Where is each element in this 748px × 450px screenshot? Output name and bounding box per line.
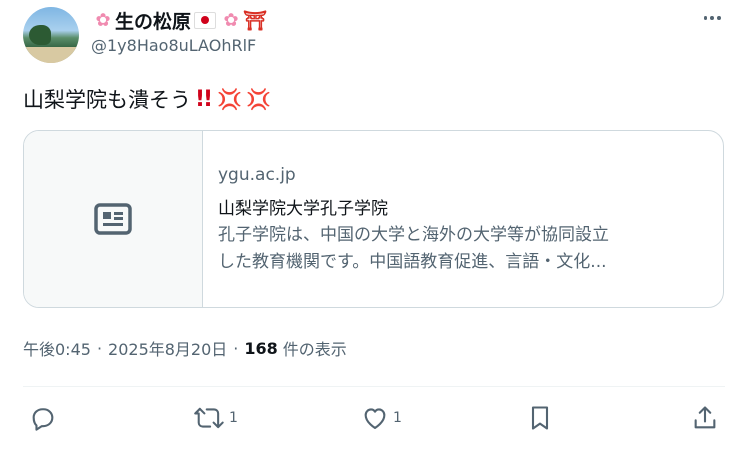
divider [23, 386, 725, 387]
tweet-meta: 午後0:45 · 2025年8月20日 · 168 件の表示 [23, 336, 347, 360]
tweet-text: 山梨学院も潰そう !! 💢 💢 [23, 84, 271, 114]
double-exclamation-icon: !! [195, 86, 213, 112]
article-icon [94, 203, 132, 235]
tweet-date[interactable]: 2025年8月20日 [108, 336, 227, 360]
reply-button[interactable] [29, 404, 61, 432]
japan-flag-icon [194, 11, 217, 29]
link-card[interactable]: ygu.ac.jp 山梨学院大学孔子学院 孔子学院は、中国の大学と海外の大学等が… [23, 130, 724, 308]
more-options-icon[interactable] [702, 8, 722, 28]
meta-separator: · [96, 338, 103, 358]
retweet-button[interactable]: 1 [193, 404, 238, 432]
views-count: 168 [244, 338, 278, 358]
reply-icon [32, 408, 54, 431]
card-thumbnail [24, 131, 203, 307]
bookmark-button[interactable] [526, 404, 554, 432]
cherry-blossom-icon: ✿ [223, 9, 239, 31]
like-button[interactable]: 1 [361, 404, 402, 432]
like-count: 1 [393, 410, 402, 426]
cherry-blossom-icon: ✿ [95, 9, 111, 31]
torii-gate-icon: ⛩ [242, 9, 268, 32]
author-name-row[interactable]: ✿ 生の松原 ✿ ⛩ [91, 6, 267, 34]
retweet-icon [194, 407, 224, 429]
tweet-time[interactable]: 午後0:45 [23, 336, 91, 360]
share-button[interactable] [691, 404, 719, 432]
meta-separator: · [233, 338, 239, 358]
card-description-line: した教育機関です。中国語教育促進、言語・文化... [218, 252, 607, 272]
card-description-line: 孔子学院は、中国の大学と海外の大学等が協同設立 [218, 225, 609, 245]
anger-symbol-icon: 💢 [217, 87, 242, 111]
avatar[interactable] [23, 7, 79, 63]
heart-icon [364, 408, 386, 429]
bookmark-icon [531, 406, 549, 430]
share-icon [694, 406, 716, 429]
card-title: 山梨学院大学孔子学院 [218, 199, 388, 219]
retweet-count: 1 [229, 410, 238, 426]
card-domain: ygu.ac.jp [218, 165, 296, 185]
author-display-name[interactable]: 生の松原 [115, 7, 191, 34]
author-handle[interactable]: @1y8Hao8uLAOhRlF [91, 36, 256, 55]
anger-symbol-icon: 💢 [245, 87, 271, 111]
views-label: 件の表示 [282, 340, 347, 359]
tweet-text-content: 山梨学院も潰そう [23, 88, 191, 112]
card-description: 孔子学院は、中国の大学と海外の大学等が協同設立 した教育機関です。中国語教育促進… [218, 222, 718, 276]
